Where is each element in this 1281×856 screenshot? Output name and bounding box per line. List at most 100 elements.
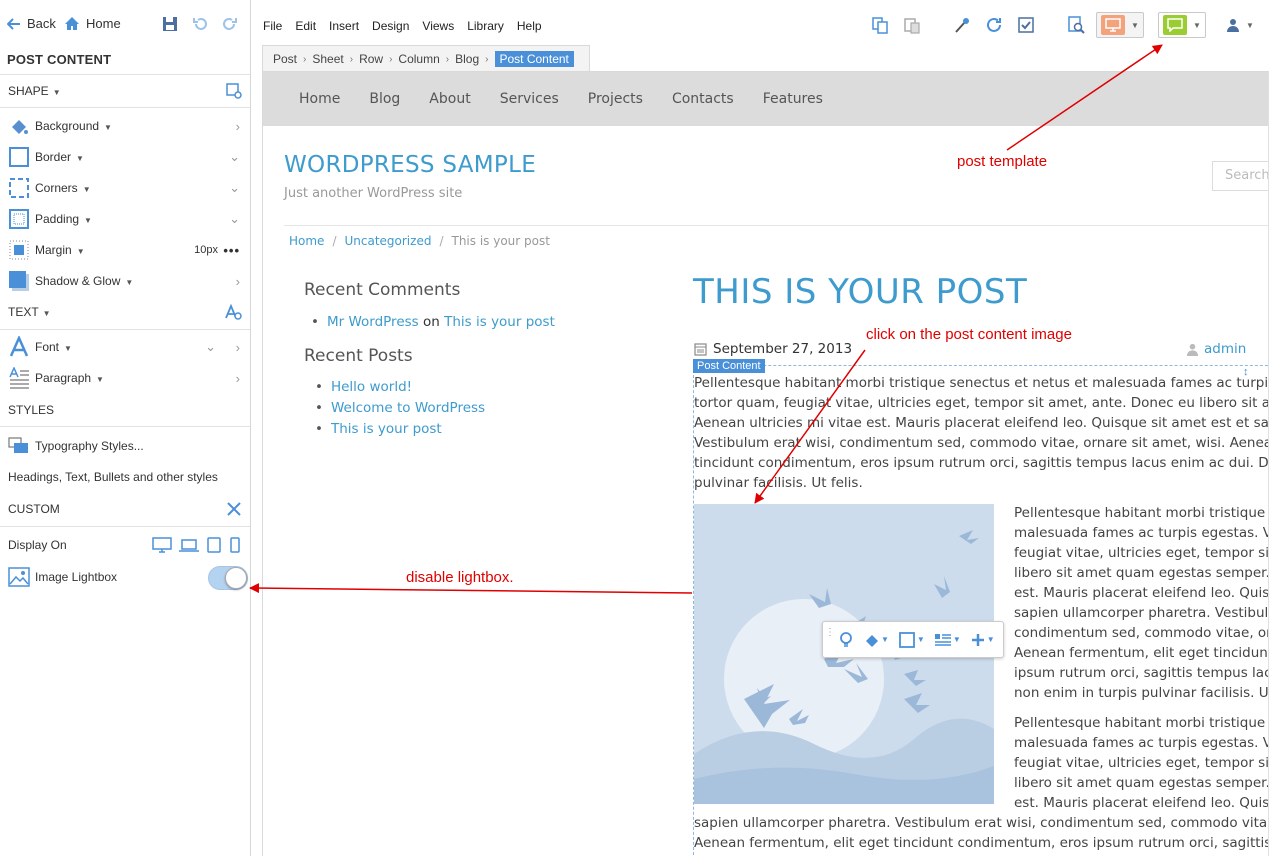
paste-button[interactable] [901, 14, 923, 36]
sidebar-item-background[interactable]: Background ▼ › [0, 111, 250, 141]
text-wrap-icon [934, 633, 951, 646]
menu-library[interactable]: Library [467, 19, 504, 33]
sidebar-item-border[interactable]: Border ▼ ⌄ [0, 142, 250, 172]
display-on-label: Display On [8, 538, 67, 552]
sidebar-item-paragraph[interactable]: Paragraph ▼ › [0, 363, 250, 393]
back-button[interactable]: Back [7, 16, 56, 31]
crumb-column[interactable]: Column [398, 52, 439, 66]
crumb-row[interactable]: Row [359, 52, 383, 66]
copy-button[interactable] [869, 14, 891, 36]
menu-design[interactable]: Design [372, 19, 409, 33]
section-shape-label: SHAPE [8, 84, 49, 98]
more-icon[interactable]: ••• [223, 243, 240, 258]
nav-features[interactable]: Features [763, 91, 823, 107]
sidebar-header: Back Home [0, 0, 250, 52]
lightbox-toggle[interactable] [208, 566, 248, 590]
comment-author-link[interactable]: Mr WordPress [327, 314, 419, 330]
undo-icon[interactable] [192, 16, 208, 32]
refresh-button[interactable] [983, 14, 1005, 36]
nav-about[interactable]: About [429, 91, 470, 107]
post-content-label: Post Content [693, 359, 765, 373]
menu-insert[interactable]: Insert [329, 19, 359, 33]
tools-icon[interactable] [226, 501, 242, 517]
element-breadcrumb: Post › Sheet › Row › Column › Blog › Post Con… [262, 45, 590, 72]
fill-button[interactable]: ▼ [863, 632, 889, 648]
crumb-post[interactable]: Post [273, 52, 297, 66]
padding-icon [9, 209, 29, 229]
properties-button[interactable] [951, 14, 973, 36]
section-shape[interactable]: SHAPE ▼ [0, 76, 250, 106]
sidebar-item-font[interactable]: Font ▼ ⌄ › [0, 332, 250, 362]
desktop-icon[interactable] [152, 537, 172, 553]
phone-icon[interactable] [229, 537, 241, 553]
copy-icon [872, 17, 888, 34]
bc-home[interactable]: Home [289, 234, 324, 248]
border-button[interactable]: ▼ [899, 631, 925, 648]
template-dropdown[interactable]: ▼ [1158, 12, 1206, 38]
section-text[interactable]: TEXT ▼ [0, 297, 250, 327]
shadow-icon [9, 271, 29, 291]
user-menu[interactable]: ▼ [1226, 18, 1254, 32]
site-title[interactable]: WORDPRESS SAMPLE [284, 152, 536, 178]
crumb-post-content[interactable]: Post Content [494, 51, 574, 67]
comment-post-link[interactable]: This is your post [444, 314, 555, 330]
recent-post-link[interactable]: Hello world! [331, 379, 412, 395]
border-icon [9, 147, 29, 167]
recent-post-link[interactable]: This is your post [331, 421, 442, 437]
menu-help[interactable]: Help [517, 19, 542, 33]
sidebar-item-shadow-glow[interactable]: Shadow & Glow ▼ › [0, 266, 250, 296]
drag-handle-icon[interactable]: ⋮ [825, 628, 835, 638]
sidebar-item-corners[interactable]: Corners ▼ ⌄ [0, 173, 250, 203]
preview-search-button[interactable] [1065, 14, 1087, 36]
header-divider [284, 225, 1269, 226]
post-author[interactable]: admin [1186, 341, 1246, 357]
wrap-button[interactable]: ▼ [934, 633, 961, 647]
styles-description: Headings, Text, Bullets and other styles [8, 470, 218, 484]
nav-projects[interactable]: Projects [588, 91, 643, 107]
chevron-down-icon: ▼ [1246, 20, 1254, 30]
search-input[interactable]: Search [1212, 161, 1269, 191]
typography-styles-item[interactable]: Typography Styles... [0, 431, 250, 461]
text-line: non enim in turpis pulvinar facilisis. U… [1014, 685, 1269, 701]
bc-uncategorized[interactable]: Uncategorized [344, 234, 431, 248]
save-icon[interactable] [162, 16, 178, 32]
tablet-icon[interactable] [206, 537, 222, 553]
laptop-icon[interactable] [179, 537, 199, 553]
lightbulb-button[interactable] [839, 631, 853, 648]
nav-services[interactable]: Services [500, 91, 559, 107]
menu-file[interactable]: File [263, 19, 282, 33]
menu-views[interactable]: Views [422, 19, 454, 33]
nav-blog[interactable]: Blog [369, 91, 400, 107]
home-button[interactable]: Home [64, 16, 121, 31]
menu-edit[interactable]: Edit [295, 19, 316, 33]
text-settings-icon[interactable] [225, 304, 242, 320]
padding-label: Padding [35, 212, 80, 226]
post-date: September 27, 2013 [694, 341, 852, 357]
add-button[interactable]: ▼ [971, 633, 995, 647]
preview-dropdown[interactable]: ▼ [1096, 12, 1144, 38]
text-line: feugiat vitae, ultricies eget, tempor si… [1014, 545, 1269, 561]
list-item: • Welcome to WordPress [315, 400, 486, 416]
post-title[interactable]: THIS IS YOUR POST [693, 272, 1027, 312]
post-author-name: admin [1204, 341, 1247, 357]
sidebar-item-padding[interactable]: Padding ▼ ⌄ [0, 204, 250, 234]
text-line: Aenean ultricies mi vitae est. Mauris pl… [694, 415, 1269, 431]
check-button[interactable] [1015, 14, 1037, 36]
text-line: sapien ullamcorper pharetra. Vestibulum … [694, 815, 1269, 831]
shape-settings-icon[interactable] [226, 83, 242, 99]
recent-post-link[interactable]: Welcome to WordPress [331, 400, 485, 416]
nav-home[interactable]: Home [299, 91, 340, 107]
sidebar-item-margin[interactable]: Margin ▼ 10px ••• [0, 235, 250, 265]
text-line: sapien ullamcorper pharetra. Vestibulu [1014, 605, 1269, 621]
redo-icon[interactable] [222, 16, 238, 32]
checkbox-icon [1018, 17, 1034, 33]
nav-contacts[interactable]: Contacts [672, 91, 734, 107]
text-line: ipsum rutrum orci, sagittis tempus lacu [1014, 665, 1269, 681]
crumb-blog[interactable]: Blog [455, 52, 479, 66]
recent-comments-title: Recent Comments [304, 280, 461, 300]
app-root: Back Home POST CONTENT SHAPE ▼ Background… [0, 0, 1281, 856]
crumb-sheet[interactable]: Sheet [312, 52, 343, 66]
text-line: tincidunt condimentum, eros ipsum rutrum… [694, 455, 1269, 471]
design-canvas: Home Blog About Services Projects Contac… [262, 71, 1269, 856]
wand-icon [955, 18, 969, 33]
